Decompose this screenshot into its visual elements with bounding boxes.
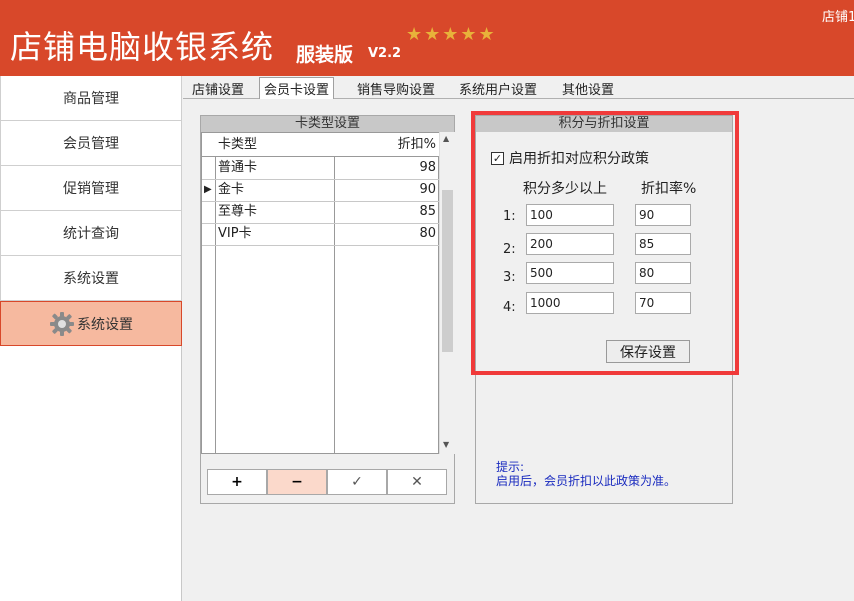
remove-card-button[interactable]: − — [267, 469, 327, 495]
table-row[interactable]: 普通卡 — [218, 157, 335, 179]
store-name: 店铺1 — [822, 10, 854, 25]
sidebar-item-members[interactable]: 会员管理 — [0, 121, 182, 166]
tab-sales-guide-settings[interactable]: 销售导购设置 — [353, 79, 439, 99]
row-pointer-icon: ▶ — [204, 184, 212, 195]
table-cell-discount[interactable]: 90 — [336, 179, 436, 201]
column-divider — [215, 133, 216, 453]
sidebar-item-label: 会员管理 — [63, 136, 119, 152]
sidebar: 商品管理 会员管理 促销管理 统计查询 系统设置 系统设置 — [0, 76, 182, 601]
scroll-thumb[interactable] — [442, 190, 453, 352]
table-cell-discount[interactable]: 85 — [336, 201, 436, 223]
table-row[interactable]: 至尊卡 — [218, 201, 335, 223]
column-header-card-type[interactable]: 卡类型 — [218, 134, 335, 156]
gear-icon — [50, 311, 74, 336]
app-version: V2.2 — [368, 46, 402, 61]
tab-store-settings[interactable]: 店铺设置 — [188, 79, 248, 99]
table-scrollbar[interactable]: ▲ ▼ — [439, 132, 455, 454]
confirm-card-button[interactable]: ✓ — [327, 469, 387, 495]
sidebar-item-label: 系统设置 — [77, 316, 133, 333]
sidebar-item-promotions[interactable]: 促销管理 — [0, 166, 182, 211]
table-cell-discount[interactable]: 98 — [336, 157, 436, 179]
tab-bar: 店铺设置 会员卡设置 销售导购设置 系统用户设置 其他设置 — [183, 77, 854, 100]
table-header: 卡类型 折扣% — [202, 133, 439, 157]
sidebar-item-settings[interactable]: 系统设置 — [0, 256, 182, 301]
scroll-up-icon[interactable]: ▲ — [443, 134, 449, 143]
sidebar-item-label: 系统设置 — [63, 271, 119, 287]
table-cell-discount[interactable]: 80 — [336, 223, 436, 245]
app-title: 店铺电脑收银系统 — [10, 28, 275, 66]
tab-other-settings[interactable]: 其他设置 — [558, 79, 618, 99]
card-type-title: 卡类型设置 — [201, 116, 454, 132]
highlight-frame — [471, 111, 739, 375]
table-row[interactable]: VIP卡 — [218, 223, 335, 245]
tip-text: 启用后，会员折扣以此政策为准。 — [496, 474, 677, 488]
scroll-down-icon[interactable]: ▼ — [443, 440, 449, 449]
add-card-button[interactable]: + — [207, 469, 267, 495]
column-header-discount[interactable]: 折扣% — [336, 134, 436, 156]
card-type-table[interactable]: 卡类型 折扣% 普通卡 98 ▶ 金卡 90 至尊卡 85 VIP卡 80 — [201, 132, 455, 454]
sidebar-item-label: 统计查询 — [63, 226, 119, 242]
sidebar-item-statistics[interactable]: 统计查询 — [0, 211, 182, 256]
sidebar-item-products[interactable]: 商品管理 — [0, 76, 182, 121]
tab-member-card-settings[interactable]: 会员卡设置 — [259, 77, 335, 100]
rating-stars: ★★★★★ — [406, 24, 497, 45]
sidebar-item-settings-active[interactable]: 系统设置 — [0, 301, 182, 346]
app-header: 店铺电脑收银系统 服装版 V2.2 ★★★★★ 店铺1 — [0, 0, 854, 76]
tab-system-user-settings[interactable]: 系统用户设置 — [455, 79, 541, 99]
app-edition: 服装版 — [296, 44, 354, 66]
table-row[interactable]: 金卡 — [218, 179, 335, 201]
sidebar-item-label: 商品管理 — [63, 91, 119, 107]
cancel-card-button[interactable]: ✕ — [387, 469, 447, 495]
sidebar-item-label: 促销管理 — [63, 181, 119, 197]
